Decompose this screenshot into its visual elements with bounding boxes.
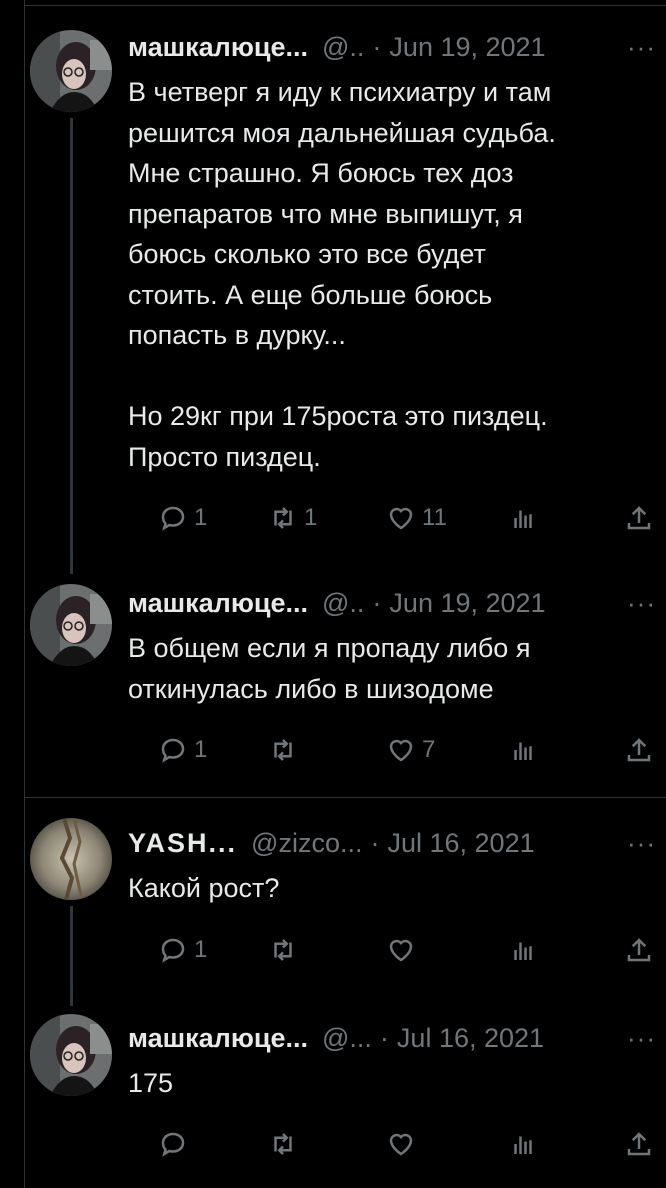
retweet-icon bbox=[274, 939, 292, 961]
tweet-content: YASH... @zizco... · Jul 16, 2021 ··· Как… bbox=[128, 826, 658, 909]
like-button[interactable]: 7 bbox=[386, 735, 435, 765]
views-icon bbox=[514, 942, 532, 960]
tweet-header: машкалюце... @.. · Jun 19, 2021 ··· bbox=[128, 30, 658, 64]
retweet-icon bbox=[274, 739, 292, 761]
share-button[interactable] bbox=[624, 503, 654, 533]
tweet-actions: 1 7 bbox=[128, 730, 658, 770]
share-icon bbox=[627, 506, 651, 530]
like-count: 7 bbox=[422, 736, 436, 763]
tweet-date[interactable]: Jun 19, 2021 bbox=[389, 588, 545, 619]
retweet-button[interactable] bbox=[268, 1129, 304, 1159]
author-name[interactable]: YASH... bbox=[128, 828, 237, 859]
more-icon[interactable]: ··· bbox=[627, 32, 656, 63]
left-border bbox=[24, 0, 25, 1188]
retweet-icon bbox=[274, 507, 292, 529]
heart-icon bbox=[389, 1133, 413, 1156]
reply-icon bbox=[161, 1132, 185, 1157]
views-button[interactable] bbox=[508, 1129, 538, 1159]
tweet-content: машкалюце... @.. · Jun 19, 2021 ··· В че… bbox=[128, 30, 658, 477]
author-name[interactable]: машкалюце... bbox=[128, 1023, 308, 1054]
retweet-icon bbox=[274, 1133, 292, 1155]
like-button[interactable] bbox=[386, 1129, 422, 1159]
reply-count: 1 bbox=[194, 936, 208, 963]
thread-divider bbox=[24, 797, 666, 798]
more-icon[interactable]: ··· bbox=[627, 588, 656, 619]
tweet-actions: 1 1 11 bbox=[128, 498, 658, 538]
reply-count: 1 bbox=[194, 504, 208, 531]
avatar[interactable] bbox=[30, 584, 112, 666]
avatar[interactable] bbox=[30, 818, 112, 900]
reply-button[interactable]: 1 bbox=[158, 935, 207, 965]
reply-icon bbox=[161, 506, 185, 531]
like-button[interactable]: 11 bbox=[386, 503, 447, 533]
author-handle[interactable]: @.. bbox=[322, 32, 364, 63]
avatar[interactable] bbox=[30, 1014, 112, 1096]
share-icon bbox=[627, 938, 651, 962]
retweet-button[interactable] bbox=[268, 935, 304, 965]
tweet-text: 175 bbox=[128, 1068, 174, 1098]
tweet-header: машкалюце... @... · Jul 16, 2021 ··· bbox=[128, 1021, 658, 1055]
reply-button[interactable]: 1 bbox=[158, 735, 207, 765]
heart-icon bbox=[389, 507, 413, 530]
views-button[interactable] bbox=[508, 935, 538, 965]
author-handle[interactable]: @... bbox=[322, 1023, 372, 1054]
share-button[interactable] bbox=[624, 1129, 654, 1159]
separator: · bbox=[370, 827, 380, 858]
tweet-header: машкалюце... @.. · Jun 19, 2021 ··· bbox=[128, 586, 658, 620]
share-button[interactable] bbox=[624, 735, 654, 765]
tweet-date[interactable]: Jun 19, 2021 bbox=[389, 32, 545, 63]
tweet-actions: 1 bbox=[128, 930, 658, 970]
retweet-count: 1 bbox=[304, 504, 318, 531]
separator: · bbox=[372, 31, 382, 62]
thread-connector bbox=[70, 118, 73, 574]
reply-icon bbox=[161, 938, 185, 963]
views-icon bbox=[514, 510, 532, 528]
views-icon bbox=[514, 1136, 532, 1154]
views-button[interactable] bbox=[508, 503, 538, 533]
tweet-date[interactable]: Jul 16, 2021 bbox=[397, 1023, 544, 1054]
share-icon bbox=[627, 738, 651, 762]
top-border bbox=[24, 5, 666, 6]
tweet-actions bbox=[128, 1124, 658, 1164]
retweet-button[interactable]: 1 bbox=[268, 503, 317, 533]
separator: · bbox=[372, 587, 382, 618]
author-handle[interactable]: @.. bbox=[322, 588, 364, 619]
share-button[interactable] bbox=[624, 935, 654, 965]
author-name[interactable]: машкалюце... bbox=[128, 32, 308, 63]
tweet-content: машкалюце... @... · Jul 16, 2021 ··· 175 bbox=[128, 1021, 658, 1104]
reply-button[interactable]: 1 bbox=[158, 503, 207, 533]
thread-connector bbox=[70, 906, 73, 1006]
heart-icon bbox=[389, 939, 413, 962]
author-handle[interactable]: @zizco... bbox=[251, 828, 362, 859]
author-name[interactable]: машкалюце... bbox=[128, 588, 308, 619]
views-icon bbox=[514, 742, 532, 760]
tweet-header: YASH... @zizco... · Jul 16, 2021 ··· bbox=[128, 826, 658, 860]
like-button[interactable] bbox=[386, 935, 422, 965]
like-count: 11 bbox=[422, 504, 447, 531]
reply-button[interactable] bbox=[158, 1129, 194, 1159]
views-button[interactable] bbox=[508, 735, 538, 765]
more-icon[interactable]: ··· bbox=[627, 828, 656, 859]
more-icon[interactable]: ··· bbox=[627, 1023, 656, 1054]
tweet-text: В общем если я пропаду либо я откинулась… bbox=[128, 633, 531, 704]
tweet-content: машкалюце... @.. · Jun 19, 2021 ··· В об… bbox=[128, 586, 658, 709]
heart-icon bbox=[389, 739, 413, 762]
tweet-date[interactable]: Jul 16, 2021 bbox=[387, 828, 534, 859]
reply-icon bbox=[161, 738, 185, 763]
separator: · bbox=[379, 1022, 389, 1053]
retweet-button[interactable] bbox=[268, 735, 304, 765]
avatar[interactable] bbox=[30, 30, 112, 112]
tweet-text: В четверг я иду к психиатру и там решитс… bbox=[128, 77, 556, 472]
tweet-text: Какой рост? bbox=[128, 873, 280, 903]
share-icon bbox=[627, 1132, 651, 1156]
reply-count: 1 bbox=[194, 736, 208, 763]
